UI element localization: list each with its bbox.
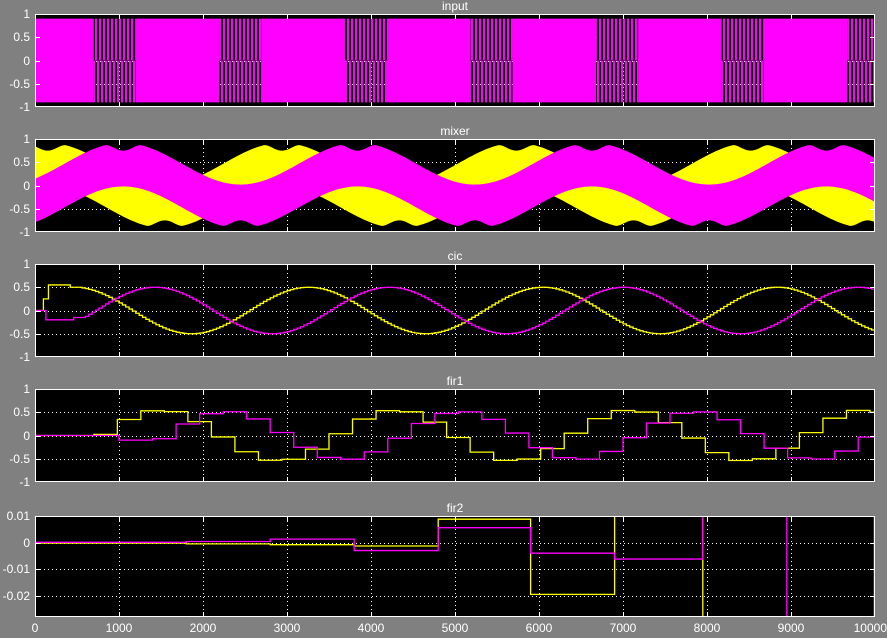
y-tick-label: -0.5 <box>9 326 30 341</box>
plot-input: input <box>35 0 875 107</box>
plot-title-input: input <box>441 0 469 13</box>
plot-fir2: fir2 <box>35 502 875 617</box>
plot-fir1: fir1 <box>35 375 875 482</box>
y-tick-label: 0.5 <box>13 405 30 420</box>
y-tick-label: -0.5 <box>9 201 30 216</box>
plot-title-fir2: fir2 <box>446 501 464 515</box>
plot-title-fir1: fir1 <box>446 374 464 388</box>
y-tick-label: 1 <box>23 132 30 146</box>
x-tick-label: 8000 <box>693 621 721 635</box>
x-tick-label: 2000 <box>189 621 217 635</box>
y-tick-label: -0.02 <box>2 588 30 603</box>
plot-cic: cic <box>35 250 875 357</box>
x-tick-label: 5000 <box>441 621 469 635</box>
x-tick-label: 0 <box>31 621 39 635</box>
y-tick-label: 0 <box>23 53 30 68</box>
x-tick-label: 10000 <box>853 621 887 635</box>
x-tick-label: 7000 <box>609 621 637 635</box>
y-tick-label: -0.01 <box>2 562 30 577</box>
x-tick-label: 1000 <box>105 621 133 635</box>
y-tick-label: 0.5 <box>13 30 30 45</box>
scope-figure: input mixer cic fir1 fir2 1 0.5 0 -0.5 -1 1 0.… <box>0 0 887 638</box>
input-waveform-canvas <box>35 14 875 107</box>
x-tick-label: 4000 <box>357 621 385 635</box>
y-tick-label: 0 <box>23 428 30 443</box>
x-tick-label: 3000 <box>273 621 301 635</box>
plot-title-mixer: mixer <box>440 124 470 138</box>
x-tick-label: 9000 <box>777 621 805 635</box>
y-tick-label: -0.5 <box>9 451 30 466</box>
y-tick-label: 1 <box>23 257 30 271</box>
plot-mixer: mixer <box>35 125 875 232</box>
y-tick-label: 1 <box>23 382 30 396</box>
fir2-waveform-canvas <box>35 516 875 617</box>
y-tick-label: -1 <box>19 475 30 489</box>
y-tick-label: 0.01 <box>6 509 30 523</box>
plot-title-cic: cic <box>447 249 463 263</box>
y-tick-label: 0 <box>23 303 30 318</box>
y-tick-label: -1 <box>19 350 30 364</box>
y-tick-label: -1 <box>19 100 30 114</box>
y-tick-label: 0 <box>23 535 30 550</box>
y-tick-label: -1 <box>19 225 30 239</box>
y-tick-label: 0.5 <box>13 155 30 170</box>
y-tick-label: 1 <box>23 7 30 21</box>
cic-waveform-canvas <box>35 264 875 357</box>
x-tick-label: 6000 <box>525 621 553 635</box>
fir1-waveform-canvas <box>35 389 875 482</box>
y-tick-label: 0.5 <box>13 280 30 295</box>
y-tick-label: -0.5 <box>9 76 30 91</box>
mixer-waveform-canvas <box>35 139 875 232</box>
y-tick-label: 0 <box>23 178 30 193</box>
